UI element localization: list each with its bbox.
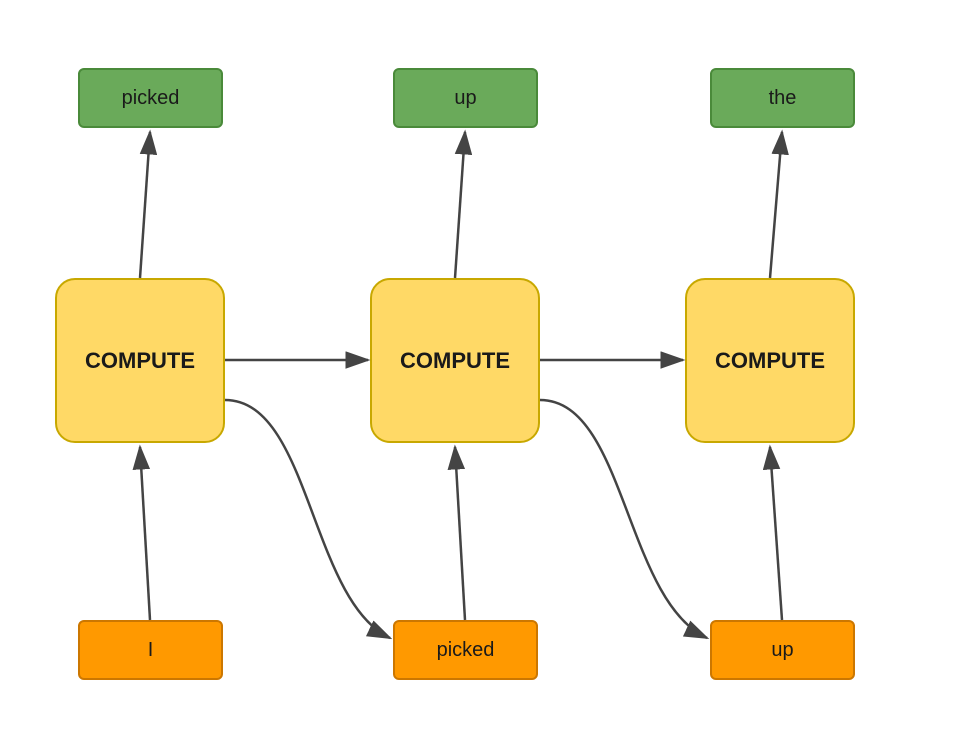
orange-box-I: I [78,620,223,680]
compute-box-3: COMPUTE [685,278,855,443]
green-box-picked: picked [78,68,223,128]
diagram: picked up the COMPUTE COMPUTE COMPUTE I … [0,0,960,748]
arrow-compute3-to-green3 [770,132,782,278]
arrow-orange2-to-compute2 [455,447,465,620]
orange-box-picked: picked [393,620,538,680]
compute-box-2: COMPUTE [370,278,540,443]
arrow-compute1-to-green1 [140,132,150,278]
arrow-compute2-to-orange3 [540,400,707,638]
green-box-up: up [393,68,538,128]
arrow-orange3-to-compute3 [770,447,782,620]
green-box-the: the [710,68,855,128]
arrow-compute2-to-green2 [455,132,465,278]
arrow-orange1-to-compute1 [140,447,150,620]
orange-box-up: up [710,620,855,680]
compute-box-1: COMPUTE [55,278,225,443]
arrow-compute1-to-orange2 [225,400,390,638]
